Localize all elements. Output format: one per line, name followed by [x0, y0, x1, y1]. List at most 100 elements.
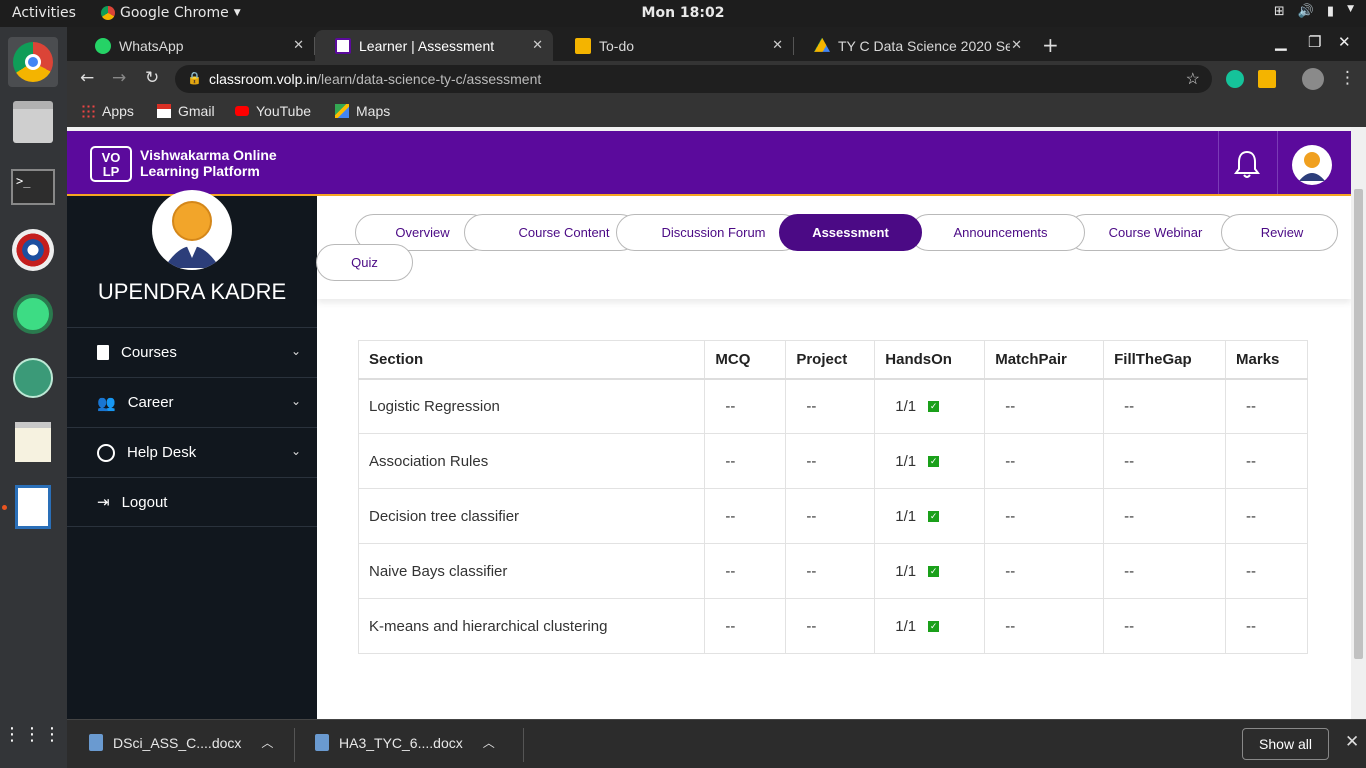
- close-icon[interactable]: ✕: [1011, 37, 1022, 53]
- table-row: Decision tree classifier -- -- 1/1 ✓ -- -…: [357, 488, 1308, 544]
- classroom-extension-icon[interactable]: [1258, 70, 1276, 88]
- project-cell: --: [785, 433, 876, 489]
- sidebar-item-label: Courses: [121, 344, 177, 361]
- power-menu-icon: ▼: [1347, 4, 1354, 14]
- tab-course-webinar[interactable]: Course Webinar: [1067, 214, 1239, 251]
- tab-learner-assessment[interactable]: Learner | Assessment ✕: [315, 30, 553, 61]
- browser-tab-strip: WhatsApp ✕ Learner | Assessment ✕ To-do …: [67, 27, 1366, 61]
- marks-cell: --: [1225, 433, 1308, 489]
- dock-terminal[interactable]: >_: [8, 162, 58, 212]
- handson-score: 1/1: [895, 562, 917, 580]
- mcq-cell: --: [704, 598, 787, 654]
- tab-title: WhatsApp: [119, 37, 184, 54]
- grammarly-icon[interactable]: [1226, 70, 1244, 88]
- url-host: classroom.volp.in: [209, 71, 318, 87]
- dock-atom[interactable]: [8, 353, 58, 403]
- handson-cell[interactable]: 1/1 ✓: [874, 543, 986, 599]
- show-applications-button[interactable]: ⋮⋮⋮: [3, 710, 61, 760]
- app-grid-icon: ⋮⋮⋮: [3, 724, 63, 745]
- lock-icon: 🔒: [187, 71, 202, 85]
- tab-whatsapp[interactable]: WhatsApp ✕: [75, 30, 315, 61]
- download-filename: DSci_ASS_C....docx: [113, 734, 242, 751]
- logo-line-1: VO: [101, 150, 121, 165]
- fillthegap-cell: --: [1103, 433, 1227, 489]
- maximize-button[interactable]: ❐: [1308, 33, 1321, 51]
- bookmark-star-icon[interactable]: ☆: [1186, 69, 1200, 89]
- close-icon[interactable]: ✕: [532, 37, 543, 53]
- maps-icon: [335, 104, 349, 118]
- volp-logo[interactable]: VO LP: [90, 146, 132, 182]
- system-tray[interactable]: ⊞ 🔊 ▮ ▼: [1274, 4, 1354, 19]
- page-scrollbar-thumb[interactable]: [1354, 189, 1363, 659]
- close-downloads-bar-button[interactable]: ✕: [1345, 732, 1359, 752]
- tab-drive-folder[interactable]: TY C Data Science 2020 Se ✕: [794, 30, 1032, 61]
- download-item[interactable]: HA3_TYC_6....docx ︿: [315, 734, 495, 751]
- section-cell: Naive Bays classifier: [357, 543, 706, 599]
- sidebar-item-help-desk[interactable]: Help Desk ⌄: [67, 427, 317, 477]
- tab-assessment[interactable]: Assessment: [779, 214, 922, 251]
- bookmark-gmail[interactable]: Gmail: [157, 103, 215, 119]
- dock-files[interactable]: [8, 97, 58, 147]
- tab-course-content[interactable]: Course Content: [464, 214, 639, 251]
- tab-todo[interactable]: To-do ✕: [555, 30, 794, 61]
- download-item[interactable]: DSci_ASS_C....docx ︿: [89, 734, 273, 751]
- dock-chrome[interactable]: [8, 37, 58, 87]
- downloads-bar: DSci_ASS_C....docx ︿ HA3_TYC_6....docx ︿…: [67, 719, 1366, 768]
- chrome-menu-icon[interactable]: ⋮: [1339, 68, 1356, 88]
- reload-button[interactable]: ↻: [145, 68, 159, 88]
- dock-libreoffice-writer[interactable]: [8, 482, 58, 532]
- close-icon[interactable]: ✕: [293, 37, 304, 53]
- address-bar[interactable]: 🔒 classroom.volp.in/learn/data-science-t…: [175, 65, 1212, 93]
- bookmark-label: Apps: [102, 103, 134, 119]
- tab-review[interactable]: Review: [1221, 214, 1338, 251]
- table-row: Naive Bays classifier -- -- 1/1 ✓ -- -- -…: [357, 543, 1308, 599]
- users-icon: 👥: [97, 394, 116, 412]
- marks-cell: --: [1225, 378, 1308, 434]
- tab-discussion-forum[interactable]: Discussion Forum: [616, 214, 801, 251]
- browser-toolbar: ← → ↻ 🔒 classroom.volp.in/learn/data-sci…: [67, 61, 1366, 97]
- section-cell: Association Rules: [357, 433, 706, 489]
- new-tab-button[interactable]: +: [1042, 33, 1059, 57]
- chrome-icon: [13, 42, 53, 82]
- fillthegap-cell: --: [1103, 543, 1227, 599]
- bookmark-apps[interactable]: Apps: [81, 103, 134, 119]
- close-window-button[interactable]: ✕: [1338, 33, 1351, 51]
- sidebar-item-logout[interactable]: ⇥ Logout: [67, 477, 317, 527]
- tab-announcements[interactable]: Announcements: [910, 214, 1085, 251]
- back-button[interactable]: ←: [80, 68, 94, 88]
- matchpair-cell: --: [984, 378, 1105, 434]
- course-tabs: Overview Course Content Discussion Forum…: [316, 196, 1351, 299]
- show-all-downloads-button[interactable]: Show all: [1242, 728, 1329, 760]
- bookmark-youtube[interactable]: YouTube: [235, 103, 311, 119]
- sidebar-item-career[interactable]: 👥 Career ⌄: [67, 377, 317, 427]
- tab-quiz[interactable]: Quiz: [316, 244, 413, 281]
- google-classroom-icon: [575, 37, 591, 54]
- sidebar-item-courses[interactable]: Courses ⌄: [67, 327, 317, 377]
- site-header: VO LP Vishwakarma Online Learning Platfo…: [67, 131, 1351, 196]
- handson-cell[interactable]: 1/1 ✓: [874, 488, 986, 544]
- handson-cell[interactable]: 1/1 ✓: [874, 433, 986, 489]
- close-icon[interactable]: ✕: [772, 37, 783, 53]
- tab-title: TY C Data Science 2020 Se: [838, 37, 1010, 54]
- tab-label: Announcements: [953, 225, 1048, 240]
- bookmark-maps[interactable]: Maps: [335, 103, 390, 119]
- clock[interactable]: Mon 18:02: [0, 5, 1366, 21]
- atom-icon: [13, 358, 53, 398]
- chevron-up-icon[interactable]: ︿: [483, 734, 495, 751]
- table-row: Association Rules -- -- 1/1 ✓ -- -- --: [357, 433, 1308, 489]
- minimize-button[interactable]: ▁: [1275, 33, 1287, 51]
- marks-cell: --: [1225, 488, 1308, 544]
- handson-cell[interactable]: 1/1 ✓: [874, 378, 986, 434]
- notification-bell-icon[interactable]: [1233, 149, 1261, 183]
- handson-cell[interactable]: 1/1 ✓: [874, 598, 986, 654]
- bookmark-label: Gmail: [178, 103, 215, 119]
- profile-avatar[interactable]: [152, 190, 232, 270]
- dock-android-studio[interactable]: [8, 289, 58, 339]
- chevron-up-icon[interactable]: ︿: [261, 734, 273, 751]
- forward-button[interactable]: →: [112, 68, 126, 88]
- user-avatar[interactable]: [1292, 145, 1332, 185]
- dock-text-editor[interactable]: [8, 417, 58, 467]
- profile-avatar[interactable]: [1302, 68, 1324, 90]
- dock-shield-app[interactable]: [8, 225, 58, 275]
- dock: >_ ⋮⋮⋮: [0, 27, 67, 768]
